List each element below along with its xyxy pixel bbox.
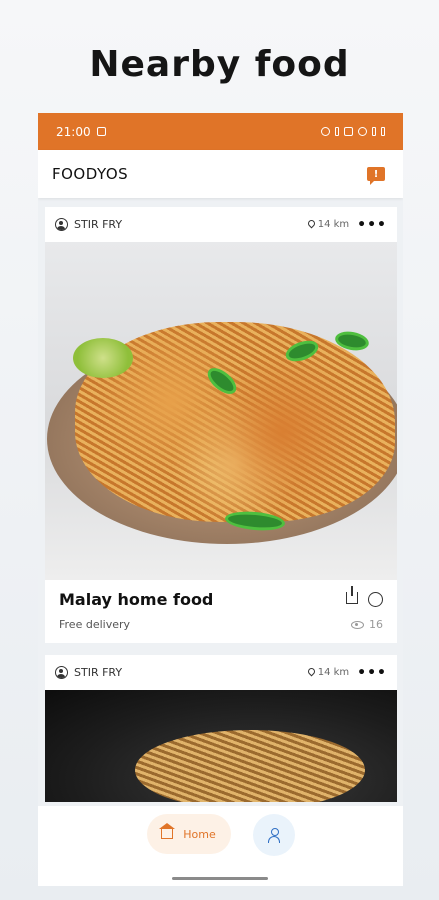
card-category: STIR FRY bbox=[74, 218, 123, 231]
food-card[interactable]: STIR FRY 14 km ••• bbox=[45, 655, 397, 802]
alarm-icon bbox=[321, 127, 330, 136]
food-photo[interactable] bbox=[45, 242, 397, 580]
lime-shape bbox=[73, 338, 133, 378]
phone-screen: 21:00 FOODYOS ! STIR FRY 14 km ••• Malay… bbox=[38, 113, 403, 886]
mute-icon bbox=[335, 127, 339, 136]
card-header: STIR FRY 14 km ••• bbox=[45, 655, 397, 690]
cast-icon bbox=[96, 127, 106, 136]
card-distance: 14 km bbox=[306, 666, 349, 678]
app-title: FOODYOS bbox=[52, 165, 129, 183]
food-photo[interactable] bbox=[45, 690, 397, 802]
app-bar: FOODYOS ! bbox=[38, 150, 403, 198]
sim-icon bbox=[344, 127, 353, 136]
delivery-info: Free delivery bbox=[59, 618, 131, 631]
card-distance: 14 km bbox=[306, 218, 349, 230]
message-alert-icon[interactable]: ! bbox=[367, 167, 385, 185]
status-icons bbox=[321, 127, 385, 136]
nav-home-label: Home bbox=[183, 827, 216, 841]
home-icon bbox=[159, 823, 176, 839]
nav-profile-button[interactable] bbox=[252, 814, 295, 856]
person-icon bbox=[267, 828, 280, 843]
view-count: 16 bbox=[351, 618, 383, 631]
promo-headline: Nearby food bbox=[89, 44, 350, 85]
battery-icon bbox=[381, 127, 385, 136]
avatar-icon bbox=[55, 218, 68, 231]
nav-home-button[interactable]: Home bbox=[146, 814, 231, 854]
more-options-icon[interactable]: ••• bbox=[357, 217, 387, 233]
card-category: STIR FRY bbox=[74, 666, 123, 679]
food-title: Malay home food bbox=[59, 590, 214, 609]
food-card[interactable]: STIR FRY 14 km ••• Malay home food Free … bbox=[45, 207, 397, 643]
card-header: STIR FRY 14 km ••• bbox=[45, 207, 397, 242]
location-pin-icon bbox=[306, 666, 317, 677]
signal-icon bbox=[372, 127, 376, 136]
status-bar: 21:00 bbox=[38, 113, 403, 150]
bottom-nav: Home bbox=[38, 806, 403, 886]
location-pin-icon bbox=[306, 218, 317, 229]
avatar-icon bbox=[55, 666, 68, 679]
noodles-shape bbox=[135, 730, 365, 802]
gesture-bar bbox=[172, 877, 268, 880]
wifi-icon bbox=[358, 127, 367, 136]
share-icon[interactable] bbox=[346, 586, 358, 604]
status-time: 21:00 bbox=[56, 124, 91, 139]
whatsapp-icon[interactable] bbox=[368, 592, 383, 607]
food-feed: STIR FRY 14 km ••• Malay home food Free … bbox=[45, 207, 397, 814]
more-options-icon[interactable]: ••• bbox=[357, 665, 387, 681]
eye-icon bbox=[351, 620, 364, 629]
